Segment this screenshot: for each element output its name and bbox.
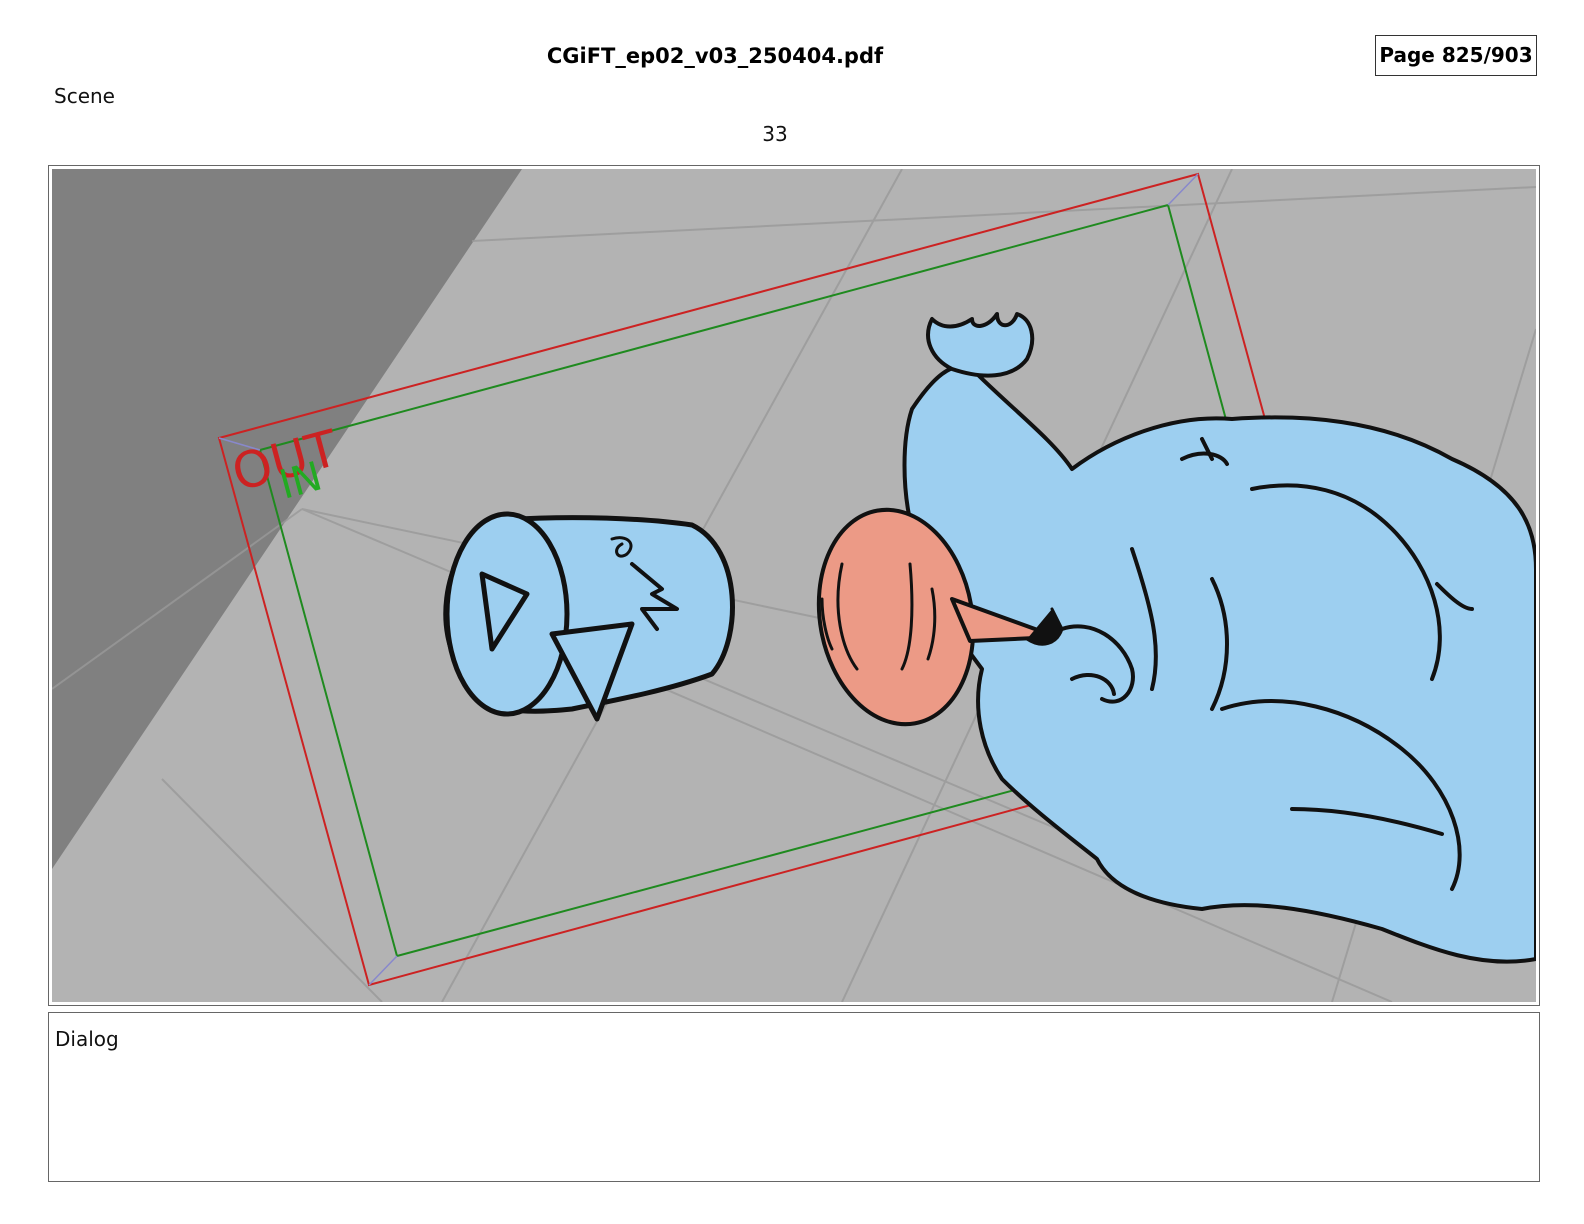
scene-label: Scene — [54, 84, 115, 108]
dialog-box: Dialog — [48, 1012, 1540, 1182]
dialog-label: Dialog — [55, 1027, 119, 1051]
document-title: CGiFT_ep02_v03_250404.pdf — [546, 44, 884, 68]
scene-number: 33 — [762, 122, 788, 146]
storyboard-panel: OUT IN — [48, 165, 1540, 1006]
page-indicator: Page 825/903 — [1375, 35, 1537, 76]
panel-drawing: OUT IN — [52, 169, 1536, 1002]
